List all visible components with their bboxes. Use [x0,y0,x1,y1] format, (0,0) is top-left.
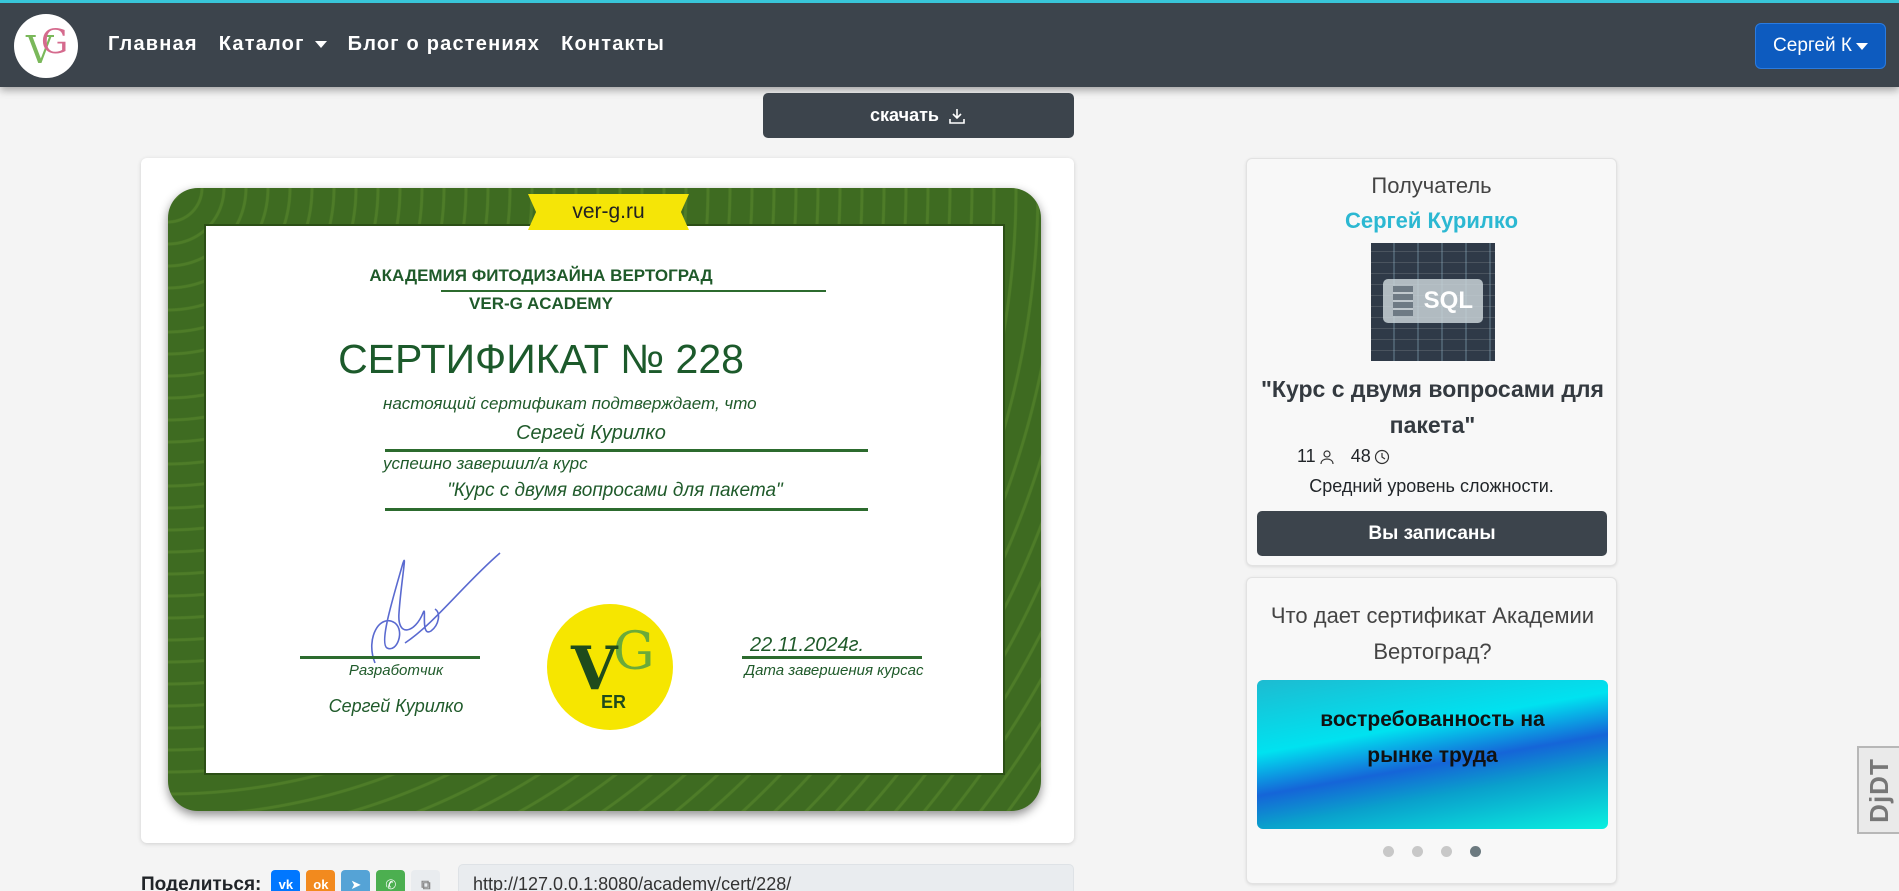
developer-name: Сергей Курилко [328,696,464,716]
certificate-course: "Курс с двумя вопросами для пакета" [447,480,783,501]
academy-name-en: VER-G ACADEMY [469,294,613,313]
certificate-url-input[interactable] [458,864,1074,891]
nav-home-label: Главная [108,33,198,55]
nav-blog-label: Блог о растениях [347,33,541,55]
database-icon [1393,286,1413,316]
share-bar: Поделиться: vk ok ➤ ✆ ⧉ [141,870,446,891]
certificate-title: СЕРТИФИКАТ № 228 [338,336,744,382]
date-line [742,656,922,659]
recipient-card: Получатель Сергей Курилко SQL "Курс с дв… [1246,158,1617,566]
students-stat: 11 [1297,446,1335,467]
developer-label: Разработчик [348,662,444,679]
completion-date: 22.11.2024г. [749,634,865,656]
recipient-title: Получатель [1371,173,1492,198]
debug-toolbar-handle[interactable]: DjDT [1857,746,1899,834]
carousel-indicators [1247,846,1616,857]
course-stats: 11 48 [1297,446,1390,467]
vk-share-icon[interactable]: vk [271,870,301,891]
clock-icon [1374,449,1389,464]
divider [441,290,826,292]
share-label: Поделиться: [141,873,262,891]
nav-catalog[interactable]: Каталог [219,33,327,56]
nav-contacts-label: Контакты [561,33,666,55]
debug-toolbar-label: DjDT [1863,757,1894,823]
certificate-recipient: Сергей Курилко [516,422,666,444]
enrolled-button[interactable]: Вы записаны [1257,511,1607,556]
hours-stat: 48 [1351,446,1390,467]
benefit-card: Что дает сертификат Академии Вертоград? … [1246,577,1617,884]
download-label: скачать [870,105,939,125]
course-name[interactable]: "Курс с двумя вопросами для пакета" [1261,371,1604,443]
certificate-completed: успешно завершил/а курс [383,454,588,473]
students-count: 11 [1297,446,1316,466]
certificate-confirms: настоящий сертификат подтверждает, что [383,394,757,413]
user-menu-button[interactable]: Сергей К [1755,23,1886,69]
user-menu-label: Сергей К [1773,35,1852,56]
recipient-name-link[interactable]: Сергей Курилко [1247,208,1616,234]
divider [385,449,868,452]
ok-share-icon[interactable]: ok [306,870,336,891]
caret-down-icon [314,41,327,48]
person-icon [1320,449,1334,464]
site-logo[interactable]: V G [14,14,78,78]
academy-name-ru: АКАДЕМИЯ ФИТОДИЗАЙНА ВЕРТОГРАД [369,266,713,285]
carousel-dot[interactable] [1411,846,1423,857]
course-thumbnail[interactable]: SQL [1371,243,1495,361]
divider [385,508,868,511]
nav-home[interactable]: Главная [108,33,198,56]
certificate-ribbon: ver-g.ru [528,194,689,230]
signature-line [300,656,480,659]
nav-contacts[interactable]: Контакты [561,33,665,56]
copy-icon[interactable]: ⧉ [411,870,441,891]
download-icon [949,108,965,124]
logo-letter-g: G [41,22,69,62]
difficulty-level: Средний уровень сложности. [1309,476,1554,496]
telegram-share-icon[interactable]: ➤ [341,870,371,891]
download-button[interactable]: скачать [763,93,1074,138]
whatsapp-share-icon[interactable]: ✆ [376,870,406,891]
hours-count: 48 [1350,446,1371,466]
carousel-dot[interactable] [1440,846,1452,857]
carousel-dot-active[interactable] [1469,846,1481,857]
caret-down-icon [1855,42,1868,50]
nav-blog[interactable]: Блог о растениях [348,33,540,56]
benefit-title: Что дает сертификат Академии Вертоград? [1270,603,1595,664]
main-nav: Главная Каталог Блог о растениях Контакт… [108,33,686,56]
certificate-card: ver-g.ru АКАДЕМИЯ ФИТОДИЗАЙНА ВЕРТОГРАД … [141,158,1074,843]
seal-letter-g: G [613,622,655,682]
carousel-dot[interactable] [1382,846,1394,857]
seal-letters-er: ER [601,692,627,712]
slide-text: востребованность на рынке труда [1320,708,1545,767]
navbar: V G Главная Каталог Блог о растениях Кон… [0,0,1899,87]
benefit-carousel-slide[interactable]: востребованность на рынке труда [1257,680,1608,829]
academy-seal: G V ER [547,604,673,730]
nav-catalog-label: Каталог [218,33,305,55]
completion-date-label: Дата завершения курсас [744,662,924,679]
sql-label: SQL [1423,287,1473,314]
